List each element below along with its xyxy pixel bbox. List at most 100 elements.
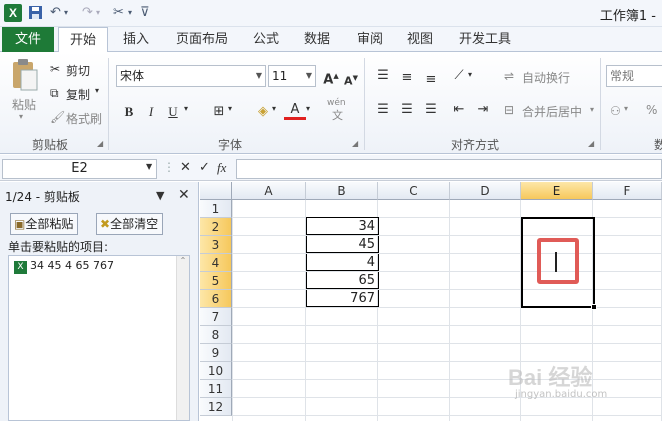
row-header-12[interactable]: 12: [200, 398, 232, 416]
merge-center-icon[interactable]: ⊟: [504, 103, 514, 117]
pane-close-icon[interactable]: ✕: [178, 187, 190, 203]
column-header-d[interactable]: D: [450, 182, 521, 200]
tab-formulas[interactable]: 公式: [244, 27, 288, 52]
column-header-c[interactable]: C: [378, 182, 450, 200]
row-header-9[interactable]: 9: [200, 344, 232, 362]
column-header-f[interactable]: F: [593, 182, 662, 200]
name-box[interactable]: E2: [2, 159, 157, 179]
paste-all-button[interactable]: ▣全部粘贴: [10, 213, 79, 235]
row-header-6[interactable]: 6: [200, 290, 232, 308]
row-header-1[interactable]: 1: [200, 200, 232, 218]
shrink-font-button[interactable]: A▼: [340, 68, 362, 88]
tools-dropdown-icon[interactable]: ▾: [128, 5, 132, 21]
format-painter-icon[interactable]: 🖌: [50, 110, 65, 124]
cell-b5[interactable]: 65: [306, 272, 379, 289]
increase-indent-icon[interactable]: ⇥: [472, 100, 494, 120]
bold-button[interactable]: B: [118, 102, 140, 122]
pane-scrollbar[interactable]: ⌃: [176, 256, 189, 420]
undo-icon[interactable]: ↶: [50, 5, 61, 21]
currency-dropdown-icon[interactable]: ▾: [624, 104, 628, 113]
clipboard-launcher-icon[interactable]: ◢: [97, 139, 103, 148]
grow-font-button[interactable]: A▲: [320, 66, 342, 87]
borders-icon[interactable]: ⊞: [208, 102, 230, 122]
confirm-entry-icon[interactable]: ✓: [199, 160, 210, 175]
tab-data[interactable]: 数据: [295, 27, 339, 52]
cell-b6[interactable]: 767: [306, 290, 379, 307]
column-header-a[interactable]: A: [232, 182, 306, 200]
column-header-b[interactable]: B: [306, 182, 378, 200]
align-bottom-icon[interactable]: ≡: [420, 70, 442, 90]
clear-all-button[interactable]: ✖全部清空: [96, 213, 164, 235]
tab-file[interactable]: 文件: [2, 27, 54, 52]
tab-home[interactable]: 开始: [58, 27, 108, 53]
wrap-text-icon[interactable]: ⇌: [504, 69, 514, 83]
tools-icon[interactable]: ✂: [113, 5, 124, 21]
undo-dropdown-icon[interactable]: ▾: [64, 5, 68, 21]
tab-page-layout[interactable]: 页面布局: [170, 27, 234, 52]
pane-options-icon[interactable]: ▼: [156, 189, 164, 202]
underline-button[interactable]: U: [162, 102, 184, 122]
copy-button[interactable]: 复制: [66, 86, 90, 103]
number-format-select[interactable]: 常规: [606, 65, 662, 87]
borders-dropdown-icon[interactable]: ▾: [228, 104, 232, 113]
font-launcher-icon[interactable]: ◢: [352, 139, 358, 148]
tab-review[interactable]: 审阅: [348, 27, 392, 52]
redo-dropdown-icon[interactable]: ▾: [96, 5, 100, 21]
fill-color-dropdown-icon[interactable]: ▾: [272, 104, 276, 113]
align-center-icon[interactable]: ☰: [396, 100, 418, 120]
cell-b3[interactable]: 45: [306, 236, 379, 253]
clipboard-item[interactable]: X 34 45 4 65 767: [14, 259, 114, 274]
format-painter-button[interactable]: 格式刷: [66, 110, 102, 127]
scroll-up-icon[interactable]: ⌃: [177, 256, 189, 265]
copy-icon[interactable]: ⧉: [50, 86, 59, 101]
font-color-button[interactable]: A: [284, 100, 306, 120]
row-header-2[interactable]: 2: [200, 218, 232, 236]
align-middle-icon[interactable]: ≡: [396, 68, 418, 88]
name-box-dropdown-icon[interactable]: ▼: [146, 162, 152, 171]
orientation-dropdown-icon[interactable]: ▾: [468, 70, 472, 79]
paste-icon[interactable]: [10, 58, 40, 96]
copy-dropdown-icon[interactable]: ▾: [95, 86, 99, 95]
font-color-dropdown-icon[interactable]: ▾: [306, 104, 310, 113]
insert-function-button[interactable]: fx: [217, 160, 226, 176]
tab-view[interactable]: 视图: [398, 27, 442, 52]
wrap-text-button[interactable]: 自动换行: [522, 69, 570, 86]
save-icon[interactable]: [28, 5, 43, 21]
row-header-5[interactable]: 5: [200, 272, 232, 290]
merge-center-button[interactable]: 合并后居中: [522, 103, 582, 120]
cell-b2[interactable]: 34: [306, 217, 379, 235]
currency-icon[interactable]: ⚇: [610, 104, 621, 118]
row-header-8[interactable]: 8: [200, 326, 232, 344]
paste-button[interactable]: 粘贴: [12, 96, 36, 113]
select-all-corner[interactable]: [200, 182, 232, 200]
italic-button[interactable]: I: [140, 102, 162, 122]
row-header-7[interactable]: 7: [200, 308, 232, 326]
percent-button[interactable]: %: [646, 103, 657, 117]
row-header-3[interactable]: 3: [200, 236, 232, 254]
cut-button[interactable]: 剪切: [66, 62, 90, 79]
cell-b4[interactable]: 4: [306, 254, 379, 271]
tab-developer[interactable]: 开发工具: [452, 27, 518, 52]
row-header-11[interactable]: 11: [200, 380, 232, 398]
align-top-icon[interactable]: ☰: [372, 66, 394, 86]
font-name-select[interactable]: 宋体 ▼: [116, 65, 266, 87]
redo-icon[interactable]: ↷: [82, 5, 93, 21]
customize-qat-icon[interactable]: ⊽: [140, 5, 150, 21]
paste-dropdown-icon[interactable]: ▾: [19, 112, 23, 121]
tab-insert[interactable]: 插入: [114, 27, 158, 52]
underline-dropdown-icon[interactable]: ▾: [184, 104, 188, 113]
decrease-indent-icon[interactable]: ⇤: [448, 100, 470, 120]
orientation-icon[interactable]: ⟋: [448, 66, 470, 86]
alignment-launcher-icon[interactable]: ◢: [588, 139, 594, 148]
font-size-select[interactable]: 11 ▼: [268, 65, 316, 87]
row-header-10[interactable]: 10: [200, 362, 232, 380]
fill-color-icon[interactable]: ◈: [252, 102, 274, 122]
cancel-entry-icon[interactable]: ✕: [180, 160, 191, 175]
row-header-4[interactable]: 4: [200, 254, 232, 272]
align-left-icon[interactable]: ☰: [372, 100, 394, 120]
fill-handle[interactable]: [591, 304, 597, 310]
align-right-icon[interactable]: ☰: [420, 100, 442, 120]
cut-icon[interactable]: ✂: [50, 62, 60, 76]
column-header-e[interactable]: E: [521, 182, 593, 200]
merge-dropdown-icon[interactable]: ▾: [590, 105, 594, 114]
